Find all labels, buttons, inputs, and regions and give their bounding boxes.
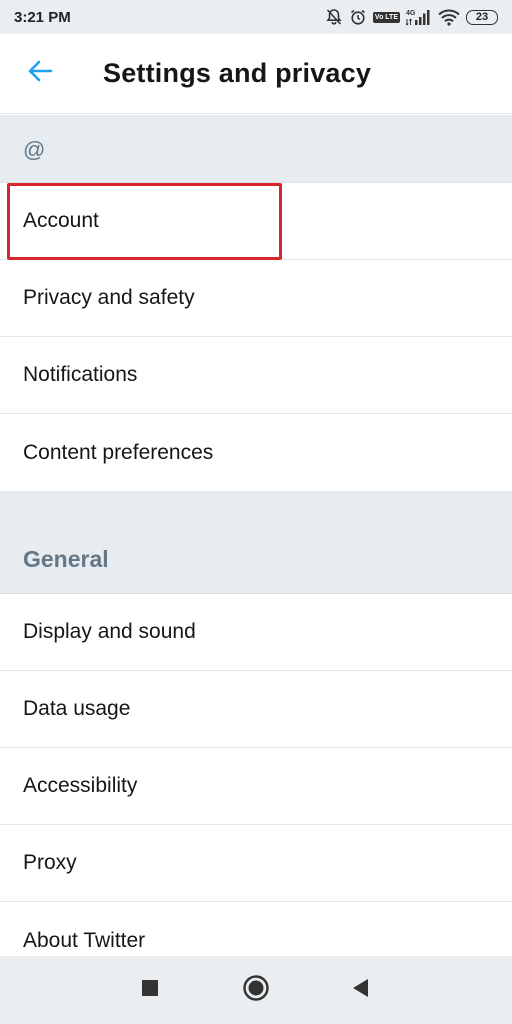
settings-item-label: Display and sound bbox=[23, 620, 196, 643]
page-title: Settings and privacy bbox=[103, 58, 372, 88]
volte-icon: Vo LTE bbox=[372, 11, 400, 23]
home-circle-icon bbox=[242, 974, 270, 1007]
alarm-icon bbox=[349, 8, 367, 26]
wifi-icon bbox=[438, 8, 460, 26]
triangle-back-icon bbox=[351, 978, 369, 1003]
status-time: 3:21 PM bbox=[14, 8, 71, 26]
mute-bell-icon bbox=[325, 8, 343, 26]
settings-item-label: About Twitter bbox=[23, 929, 146, 952]
signal-icon: 4G bbox=[406, 8, 432, 26]
settings-item-label: Content preferences bbox=[23, 440, 214, 464]
settings-item-label: Account bbox=[23, 209, 99, 232]
settings-item-privacy-and-safety[interactable]: Privacy and safety bbox=[0, 260, 512, 337]
status-icons: Vo LTE 4G 23 bbox=[325, 8, 498, 26]
settings-item-account[interactable]: Account bbox=[0, 183, 512, 260]
settings-item-about-twitter[interactable]: About Twitter bbox=[0, 902, 512, 956]
battery-indicator: 23 bbox=[466, 9, 498, 25]
settings-item-display-and-sound[interactable]: Display and sound bbox=[0, 594, 512, 671]
recent-apps-button[interactable] bbox=[120, 960, 180, 1020]
svg-text:4G: 4G bbox=[406, 10, 416, 17]
home-button[interactable] bbox=[226, 960, 286, 1020]
section-header-account: @ bbox=[0, 115, 512, 183]
section-heading-general: General bbox=[23, 546, 109, 572]
settings-item-label: Notifications bbox=[23, 363, 138, 386]
settings-item-proxy[interactable]: Proxy bbox=[0, 825, 512, 902]
status-bar: 3:21 PM Vo LTE 4G 23 bbox=[0, 0, 512, 34]
app-header: Settings and privacy bbox=[0, 34, 512, 114]
back-arrow-icon bbox=[26, 57, 54, 90]
section-header-general: General bbox=[0, 491, 512, 594]
settings-item-data-usage[interactable]: Data usage bbox=[0, 671, 512, 748]
settings-item-label: Proxy bbox=[23, 851, 77, 874]
settings-item-accessibility[interactable]: Accessibility bbox=[0, 748, 512, 825]
square-icon bbox=[141, 979, 159, 1002]
settings-item-label: Data usage bbox=[23, 697, 131, 720]
back-nav-button[interactable] bbox=[330, 960, 390, 1020]
system-nav-bar bbox=[0, 956, 512, 1024]
settings-item-label: Accessibility bbox=[23, 774, 138, 797]
section-heading-handle: @ bbox=[23, 137, 46, 162]
settings-item-notifications[interactable]: Notifications bbox=[0, 337, 512, 414]
settings-item-label: Privacy and safety bbox=[23, 286, 195, 309]
back-button[interactable] bbox=[0, 34, 80, 114]
settings-item-content-preferences[interactable]: Content preferences bbox=[0, 414, 512, 491]
